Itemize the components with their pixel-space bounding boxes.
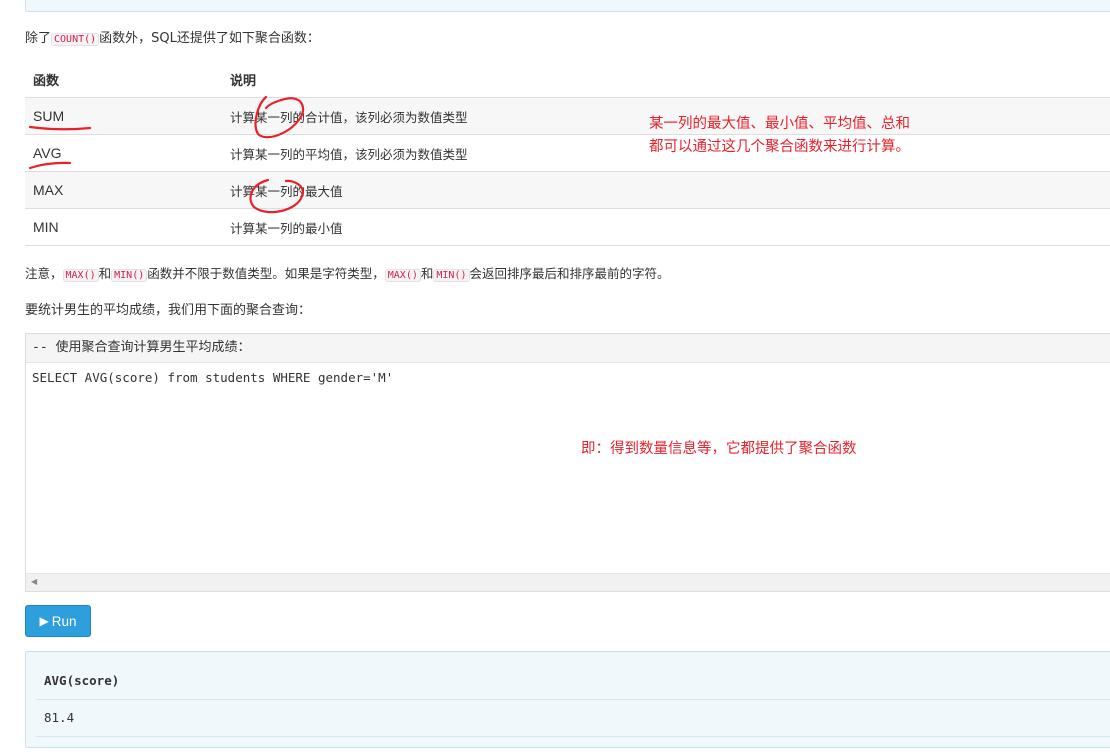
result-value: 81.4 — [36, 699, 1110, 737]
result-column-header: AVG(score) — [36, 662, 1110, 700]
note-text: 和 — [98, 266, 112, 281]
aggregate-functions-table: 函数 说明 SUM 计算某一列的合计值，该列必须为数值类型 AVG 计算某一列的… — [25, 61, 1110, 246]
note-text: 函数并不限于数值类型。如果是字符类型， — [147, 266, 385, 281]
function-description: 计算某一列的最小值 — [222, 208, 1110, 246]
function-description: 计算某一列的最大值 — [222, 171, 1110, 209]
function-name: AVG — [25, 134, 222, 172]
annotation-line: 某一列的最大值、最小值、平均值、总和 — [649, 116, 910, 132]
annotation-aggregate-summary: 某一列的最大值、最小值、平均值、总和 都可以通过这几个聚合函数来进行计算。 — [649, 113, 910, 159]
function-name: MIN — [25, 208, 222, 246]
annotation-line: 都可以通过这几个聚合函数来进行计算。 — [649, 139, 910, 155]
sql-editor[interactable]: -- 使用聚合查询计算男生平均成绩： SELECT AVG(score) fro… — [25, 333, 1110, 592]
function-name: MAX — [25, 171, 222, 209]
note-text: 和 — [420, 266, 434, 281]
result-panel: AVG(score) 81.4 — [25, 651, 1110, 748]
horizontal-scrollbar[interactable]: ◀ — [26, 573, 1110, 591]
annotation-aggregate-note: 即：得到数量信息等，它都提供了聚合函数 — [581, 441, 857, 457]
table-row: MIN 计算某一列的最小值 — [25, 208, 1110, 246]
note-text: 会返回排序最后和排序最前的字符。 — [469, 266, 670, 281]
intro-text: 除了 — [25, 31, 52, 46]
intro-paragraph: 除了 COUNT() 函数外，SQL还提供了如下聚合函数： — [25, 27, 320, 46]
play-icon: ▶ — [39, 614, 49, 628]
query-intro: 要统计男生的平均成绩，我们用下面的聚合查询： — [25, 303, 312, 318]
inline-code-max: MAX() — [384, 269, 421, 282]
table-row: SUM 计算某一列的合计值，该列必须为数值类型 — [25, 97, 1110, 135]
inline-code-max: MAX() — [62, 269, 99, 282]
table-row: AVG 计算某一列的平均值，该列必须为数值类型 — [25, 134, 1110, 172]
table-header-function: 函数 — [25, 61, 222, 98]
editor-comment-line[interactable]: -- 使用聚合查询计算男生平均成绩： — [26, 334, 1110, 363]
scroll-left-icon[interactable]: ◀ — [31, 577, 37, 586]
inline-code-count: COUNT() — [51, 33, 100, 46]
function-name: SUM — [25, 97, 222, 135]
run-button[interactable]: ▶ Run — [25, 605, 91, 637]
run-button-label: Run — [51, 613, 77, 629]
intro-text-rest: 函数外，SQL还提供了如下聚合函数： — [99, 31, 320, 46]
sql-code-line[interactable]: SELECT AVG(score) from students WHERE ge… — [32, 370, 393, 385]
table-header-description: 说明 — [222, 61, 1110, 98]
note-text: 注意， — [25, 266, 63, 281]
inline-code-min: MIN() — [111, 269, 148, 282]
inline-code-min: MIN() — [433, 269, 470, 282]
table-row: MAX 计算某一列的最大值 — [25, 171, 1110, 209]
previous-result-box — [25, 0, 1110, 12]
note-paragraph: 注意， MAX() 和 MIN() 函数并不限于数值类型。如果是字符类型， MAX() 和 M… — [25, 263, 670, 282]
